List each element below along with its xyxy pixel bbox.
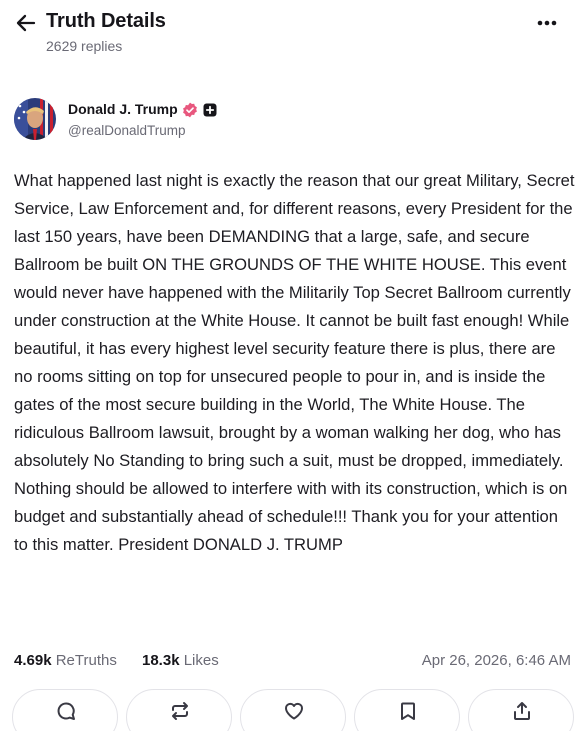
heart-icon xyxy=(285,702,303,720)
more-options-button[interactable] xyxy=(533,12,561,34)
plus-badge-icon xyxy=(203,103,217,117)
retruths-stat[interactable]: 4.69k ReTruths xyxy=(14,652,117,669)
reply-button[interactable] xyxy=(12,689,118,731)
replies-count: 2629 replies xyxy=(46,38,123,54)
author-handle[interactable]: @realDonaldTrump xyxy=(68,123,186,138)
avatar-image xyxy=(14,98,56,140)
post-stats: 4.69k ReTruths 18.3k Likes Apr 26, 2026,… xyxy=(14,652,574,674)
back-button[interactable] xyxy=(14,11,38,35)
likes-stat[interactable]: 18.3k Likes xyxy=(142,652,219,669)
like-button[interactable] xyxy=(240,689,346,731)
page-header: Truth Details 2629 replies xyxy=(0,0,588,70)
more-horizontal-icon xyxy=(537,20,557,26)
retruths-label: ReTruths xyxy=(55,652,117,669)
verified-badge-icon xyxy=(183,102,197,118)
avatar[interactable] xyxy=(14,98,56,140)
post-author: Donald J. Trump @realDonaldTrump xyxy=(14,98,574,142)
post-text: What happened last night is exactly the … xyxy=(14,171,575,554)
post-timestamp: Apr 26, 2026, 6:46 AM xyxy=(421,652,571,669)
share-icon xyxy=(514,702,530,720)
action-bar xyxy=(12,689,588,731)
arrow-left-icon xyxy=(16,14,36,32)
author-badges xyxy=(182,102,218,118)
likes-label: Likes xyxy=(183,652,219,669)
reply-icon xyxy=(57,702,75,720)
share-button[interactable] xyxy=(468,689,574,731)
bookmark-icon xyxy=(401,702,415,720)
bookmark-button[interactable] xyxy=(354,689,460,731)
page-title: Truth Details xyxy=(46,10,166,32)
author-display-name[interactable]: Donald J. Trump xyxy=(68,101,178,117)
retruth-icon xyxy=(172,702,188,720)
retruths-count: 4.69k xyxy=(14,652,52,669)
retruth-button[interactable] xyxy=(126,689,232,731)
likes-count: 18.3k xyxy=(142,652,180,669)
